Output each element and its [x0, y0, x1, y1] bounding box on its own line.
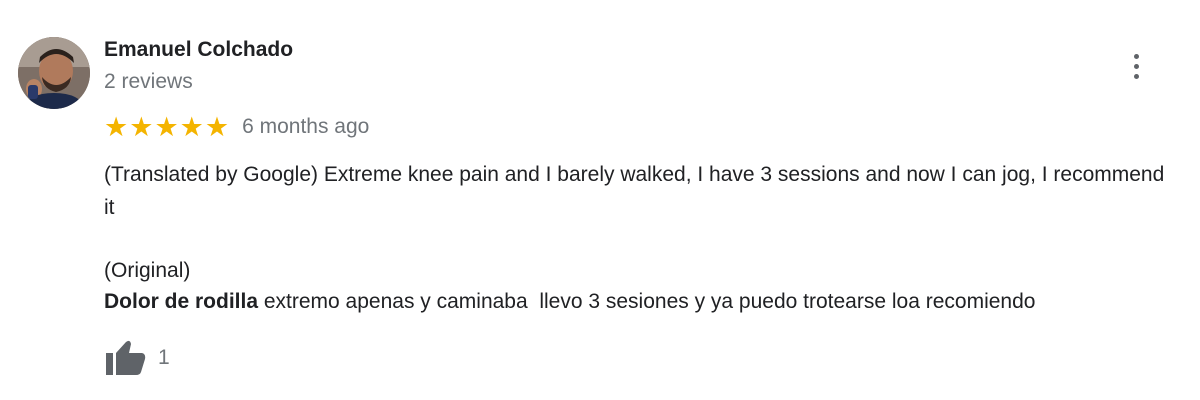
- original-label: (Original): [104, 259, 191, 282]
- star-rating: ★ ★ ★ ★ ★: [104, 114, 229, 141]
- original-bold-text: Dolor de rodilla: [104, 290, 259, 313]
- star-icon: ★: [104, 111, 129, 143]
- reviewer-name[interactable]: Emanuel Colchado: [104, 38, 293, 62]
- original-rest-text: extremo apenas y caminaba llevo 3 sesion…: [258, 290, 1036, 313]
- review-original-text: Dolor de rodilla extremo apenas y camina…: [104, 287, 1035, 317]
- more-options-button[interactable]: [1120, 48, 1152, 84]
- review-translated-text: (Translated by Google) Extreme knee pain…: [104, 163, 1165, 219]
- thumbs-up-icon: [106, 340, 146, 375]
- star-icon: ★: [129, 111, 154, 143]
- review-date: 6 months ago: [242, 115, 370, 138]
- like-count: 1: [158, 346, 170, 369]
- more-vert-icon: [1133, 53, 1139, 59]
- rating-row: ★ ★ ★ ★ ★ 6 months ago: [104, 113, 369, 141]
- user-photo-icon: [18, 37, 90, 109]
- reviewer-review-count[interactable]: 2 reviews: [104, 70, 193, 94]
- review-card: Emanuel Colchado 2 reviews ★ ★ ★ ★ ★ 6 month…: [0, 0, 1200, 400]
- like-button[interactable]: 1: [104, 338, 170, 378]
- star-icon: ★: [154, 111, 179, 143]
- avatar[interactable]: [18, 37, 90, 109]
- star-icon: ★: [179, 111, 204, 143]
- star-icon: ★: [204, 111, 230, 143]
